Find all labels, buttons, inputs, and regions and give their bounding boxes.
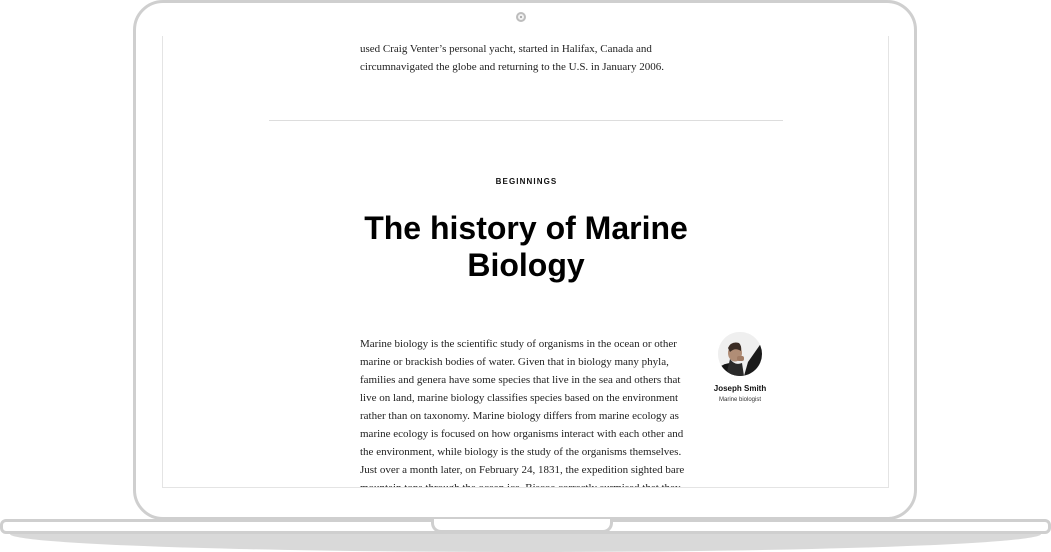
- avatar-photo-icon: [718, 332, 762, 376]
- section-divider: [269, 120, 783, 121]
- avatar[interactable]: [718, 332, 762, 376]
- section-kicker: BEGINNINGS: [495, 177, 558, 186]
- article-title: The history of Marine Biology: [364, 210, 688, 283]
- camera-icon: [516, 12, 526, 22]
- laptop-notch: [431, 519, 613, 533]
- article-paragraph-2: Just over a month later, on February 24,…: [360, 464, 685, 488]
- previous-section-text: used Craig Venter’s personal yacht, star…: [360, 43, 664, 73]
- author-card[interactable]: Joseph Smith Marine biologist: [699, 332, 781, 403]
- laptop-screen: used Craig Venter’s personal yacht, star…: [162, 36, 889, 488]
- article-paragraph-1: Marine biology is the scientific study o…: [360, 338, 684, 458]
- laptop-shadow: [10, 534, 1041, 552]
- author-role: Marine biologist: [718, 397, 762, 403]
- author-name[interactable]: Joseph Smith: [699, 384, 781, 393]
